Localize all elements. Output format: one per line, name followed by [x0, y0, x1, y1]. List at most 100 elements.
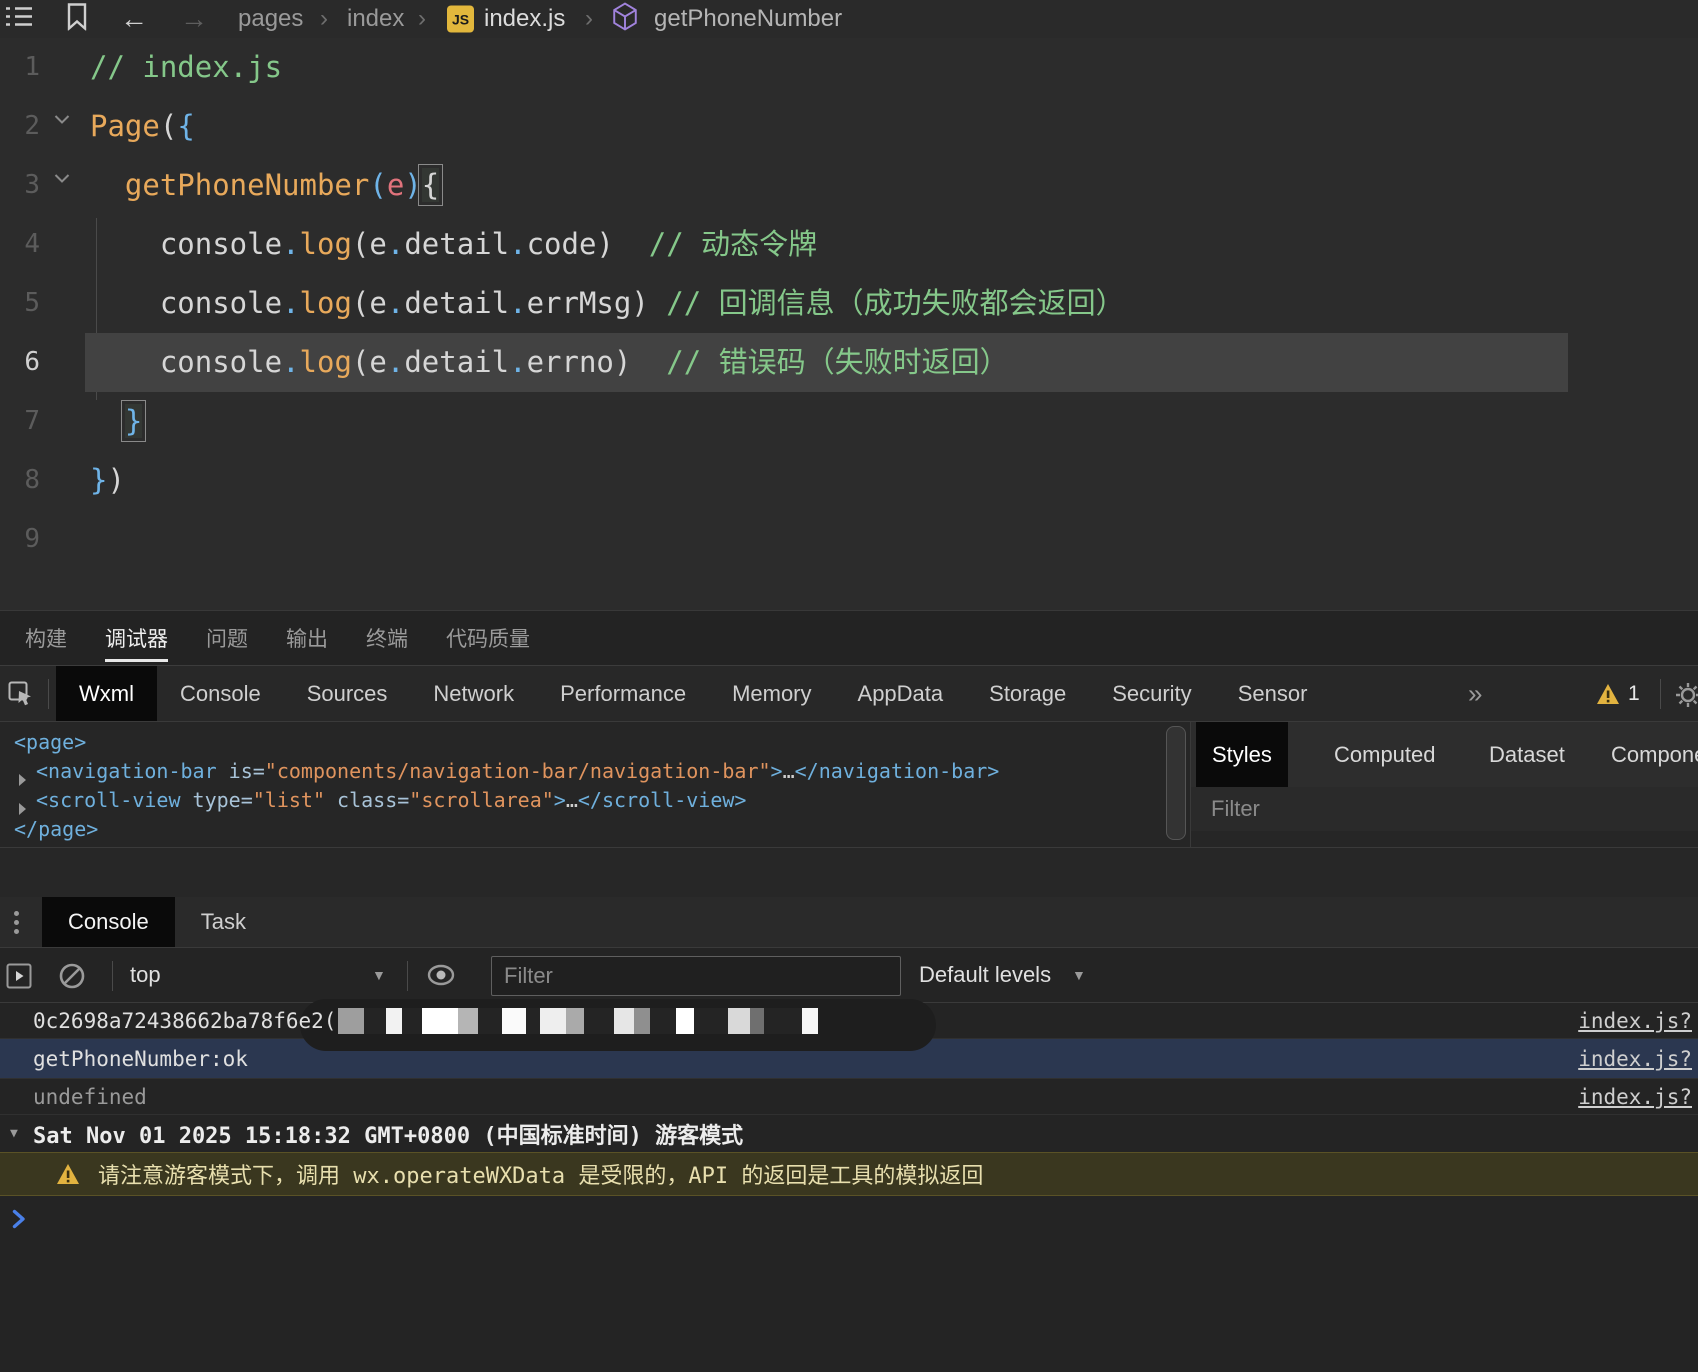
- console-sidebar-toggle-icon[interactable]: [6, 963, 32, 994]
- debugger-tab-security[interactable]: Security: [1089, 666, 1214, 721]
- code-text: console.log(e.detail.errMsg) // 回调信息（成功失…: [90, 274, 1125, 333]
- debugger-tab-performance[interactable]: Performance: [537, 666, 709, 721]
- fold-chevron-icon[interactable]: [54, 170, 70, 188]
- styles-tab-computed[interactable]: Computed: [1318, 722, 1452, 787]
- ide-tab-3[interactable]: 问题: [206, 611, 248, 665]
- debugger-tab-sources[interactable]: Sources: [284, 666, 411, 721]
- divider: [407, 961, 408, 991]
- editor-line-5[interactable]: 5 console.log(e.detail.errMsg) // 回调信息（成…: [0, 274, 1698, 333]
- back-arrow-icon[interactable]: ←: [120, 3, 148, 35]
- styles-tab-dataset[interactable]: Dataset: [1473, 722, 1581, 787]
- breadcrumb-separator: ›: [418, 5, 426, 33]
- wxml-tree-node[interactable]: <navigation-bar is="components/navigatio…: [0, 757, 1163, 786]
- context-caret-icon[interactable]: ▼: [372, 967, 386, 983]
- debugger-tab-memory[interactable]: Memory: [709, 666, 834, 721]
- inspect-element-icon[interactable]: [8, 681, 34, 712]
- ide-tab-5[interactable]: 终端: [366, 611, 408, 665]
- wxml-node-text: <navigation-bar is="components/navigatio…: [36, 759, 999, 783]
- more-tabs-chevron-icon[interactable]: »: [1468, 678, 1482, 709]
- ide-tab-2[interactable]: 调试器: [105, 611, 168, 665]
- breadcrumb-folder[interactable]: pages: [238, 5, 303, 33]
- breadcrumb-file[interactable]: index.js: [484, 5, 565, 33]
- log-levels-dropdown[interactable]: Default levels: [919, 962, 1051, 988]
- fold-chevron-icon[interactable]: [54, 111, 70, 129]
- styles-panel: Styles Computed DatasetComponent: [1190, 722, 1698, 847]
- divider: [112, 961, 113, 991]
- settings-gear-icon[interactable]: [1674, 681, 1698, 714]
- editor-line-3[interactable]: 3 getPhoneNumber(e){: [0, 156, 1698, 215]
- wxml-statusbar: [0, 847, 1698, 897]
- source-link[interactable]: index.js?: [1578, 1085, 1692, 1109]
- code-text: console.log(e.detail.errno) // 错误码（失败时返回…: [90, 333, 1009, 392]
- wxml-node-text: <scroll-view type="list" class="scrollar…: [36, 788, 746, 812]
- console-toolbar: top ▼ Default levels ▼: [0, 948, 1698, 1003]
- prompt-chevron-icon: [0, 1209, 26, 1229]
- log-message: 0c2698a72438662ba78f6e2(: [33, 1009, 336, 1033]
- wxml-tree-node[interactable]: <page>: [0, 728, 1163, 757]
- wxml-tree-panel[interactable]: <page><navigation-bar is="components/nav…: [0, 722, 1163, 847]
- code-text: Page({: [90, 97, 195, 156]
- editor-line-7[interactable]: 7 }: [0, 392, 1698, 451]
- console-log-row[interactable]: 0c2698a72438662ba78f6e2( index.js?: [0, 1003, 1698, 1039]
- console-warning-row[interactable]: 请注意游客模式下，调用 wx.operateWXData 是受限的，API 的返…: [0, 1152, 1698, 1196]
- debugger-tab-wxml[interactable]: Wxml: [56, 666, 157, 721]
- console-group-row[interactable]: ▼ Sat Nov 01 2025 15:18:32 GMT+0800 (中国标准…: [0, 1115, 1698, 1152]
- console-filter-input[interactable]: [492, 957, 900, 995]
- log-levels-caret-icon[interactable]: ▼: [1072, 967, 1086, 983]
- breadcrumb-folder[interactable]: index: [347, 5, 404, 33]
- styles-tab-styles[interactable]: Styles: [1196, 722, 1288, 787]
- editor-line-2[interactable]: 2Page({: [0, 97, 1698, 156]
- breadcrumb-bar: ← → pages › index › JS index.js › getPho…: [0, 0, 1698, 38]
- styles-tab-component[interactable]: Component: [1595, 722, 1698, 787]
- styles-filter-input[interactable]: [1211, 793, 1671, 825]
- group-label: Sat Nov 01 2025 15:18:32 GMT+0800 (中国标准时…: [33, 1118, 743, 1150]
- debugger-tab-storage[interactable]: Storage: [966, 666, 1089, 721]
- ide-tab-4[interactable]: 输出: [286, 611, 328, 665]
- console-prompt[interactable]: [0, 1196, 1698, 1242]
- debugger-tab-sensor[interactable]: Sensor: [1215, 666, 1331, 721]
- ide-tab-6[interactable]: 代码质量: [446, 611, 530, 665]
- code-text: // index.js: [90, 38, 282, 97]
- forward-arrow-icon[interactable]: →: [180, 3, 208, 35]
- kebab-menu-icon[interactable]: [14, 911, 19, 916]
- console-panel-tab-task[interactable]: Task: [175, 897, 272, 947]
- bookmark-icon[interactable]: [66, 3, 88, 36]
- breadcrumb-separator: ›: [585, 5, 593, 33]
- console-panel-tab-console[interactable]: Console: [42, 897, 175, 947]
- debugger-tab-console[interactable]: Console: [157, 666, 284, 721]
- code-text: getPhoneNumber(e){: [90, 156, 439, 215]
- devtools-panels: <page><navigation-bar is="components/nav…: [0, 722, 1698, 847]
- console-log-row[interactable]: undefinedindex.js?: [0, 1079, 1698, 1115]
- ide-tab-1[interactable]: 构建: [25, 611, 67, 665]
- outline-list-icon[interactable]: [4, 4, 34, 35]
- source-link[interactable]: index.js?: [1578, 1009, 1692, 1033]
- collapse-triangle-icon[interactable]: ▼: [10, 1126, 18, 1141]
- context-selector[interactable]: top: [130, 962, 161, 988]
- wxml-tree-node[interactable]: <scroll-view type="list" class="scrollar…: [0, 786, 1163, 815]
- wxml-tree-node[interactable]: </page>: [0, 815, 1163, 844]
- source-link[interactable]: index.js?: [1578, 1047, 1692, 1071]
- redaction-blocks: [338, 1008, 818, 1034]
- wxml-node-text: </page>: [14, 817, 98, 841]
- ide-panel-tabs: 构建调试器问题输出终端代码质量: [0, 610, 1698, 666]
- line-number: 6: [0, 333, 40, 392]
- code-editor[interactable]: 1// index.js2Page({3 getPhoneNumber(e){4…: [0, 38, 1698, 610]
- line-number: 4: [0, 215, 40, 274]
- clear-console-icon[interactable]: [58, 962, 86, 995]
- editor-line-8[interactable]: 8}): [0, 451, 1698, 510]
- warning-triangle-icon: [28, 1163, 80, 1185]
- breadcrumb-symbol[interactable]: getPhoneNumber: [654, 5, 842, 33]
- editor-line-9[interactable]: 9: [0, 510, 1698, 569]
- editor-line-4[interactable]: 4 console.log(e.detail.code) // 动态令牌: [0, 215, 1698, 274]
- editor-line-1[interactable]: 1// index.js: [0, 38, 1698, 97]
- console-log-list: 0c2698a72438662ba78f6e2(index.js?getPhon…: [0, 1003, 1698, 1242]
- debugger-tab-appdata[interactable]: AppData: [835, 666, 967, 721]
- debugger-tab-network[interactable]: Network: [410, 666, 537, 721]
- warning-counter[interactable]: 1: [1596, 682, 1640, 706]
- warning-triangle-icon: [1596, 683, 1620, 705]
- wxml-scrollbar[interactable]: [1163, 722, 1190, 847]
- editor-line-6[interactable]: 6 console.log(e.detail.errno) // 错误码（失败时…: [0, 333, 1698, 392]
- divider: [48, 679, 49, 709]
- live-expression-eye-icon[interactable]: [426, 963, 456, 992]
- scrollbar-thumb[interactable]: [1166, 726, 1186, 840]
